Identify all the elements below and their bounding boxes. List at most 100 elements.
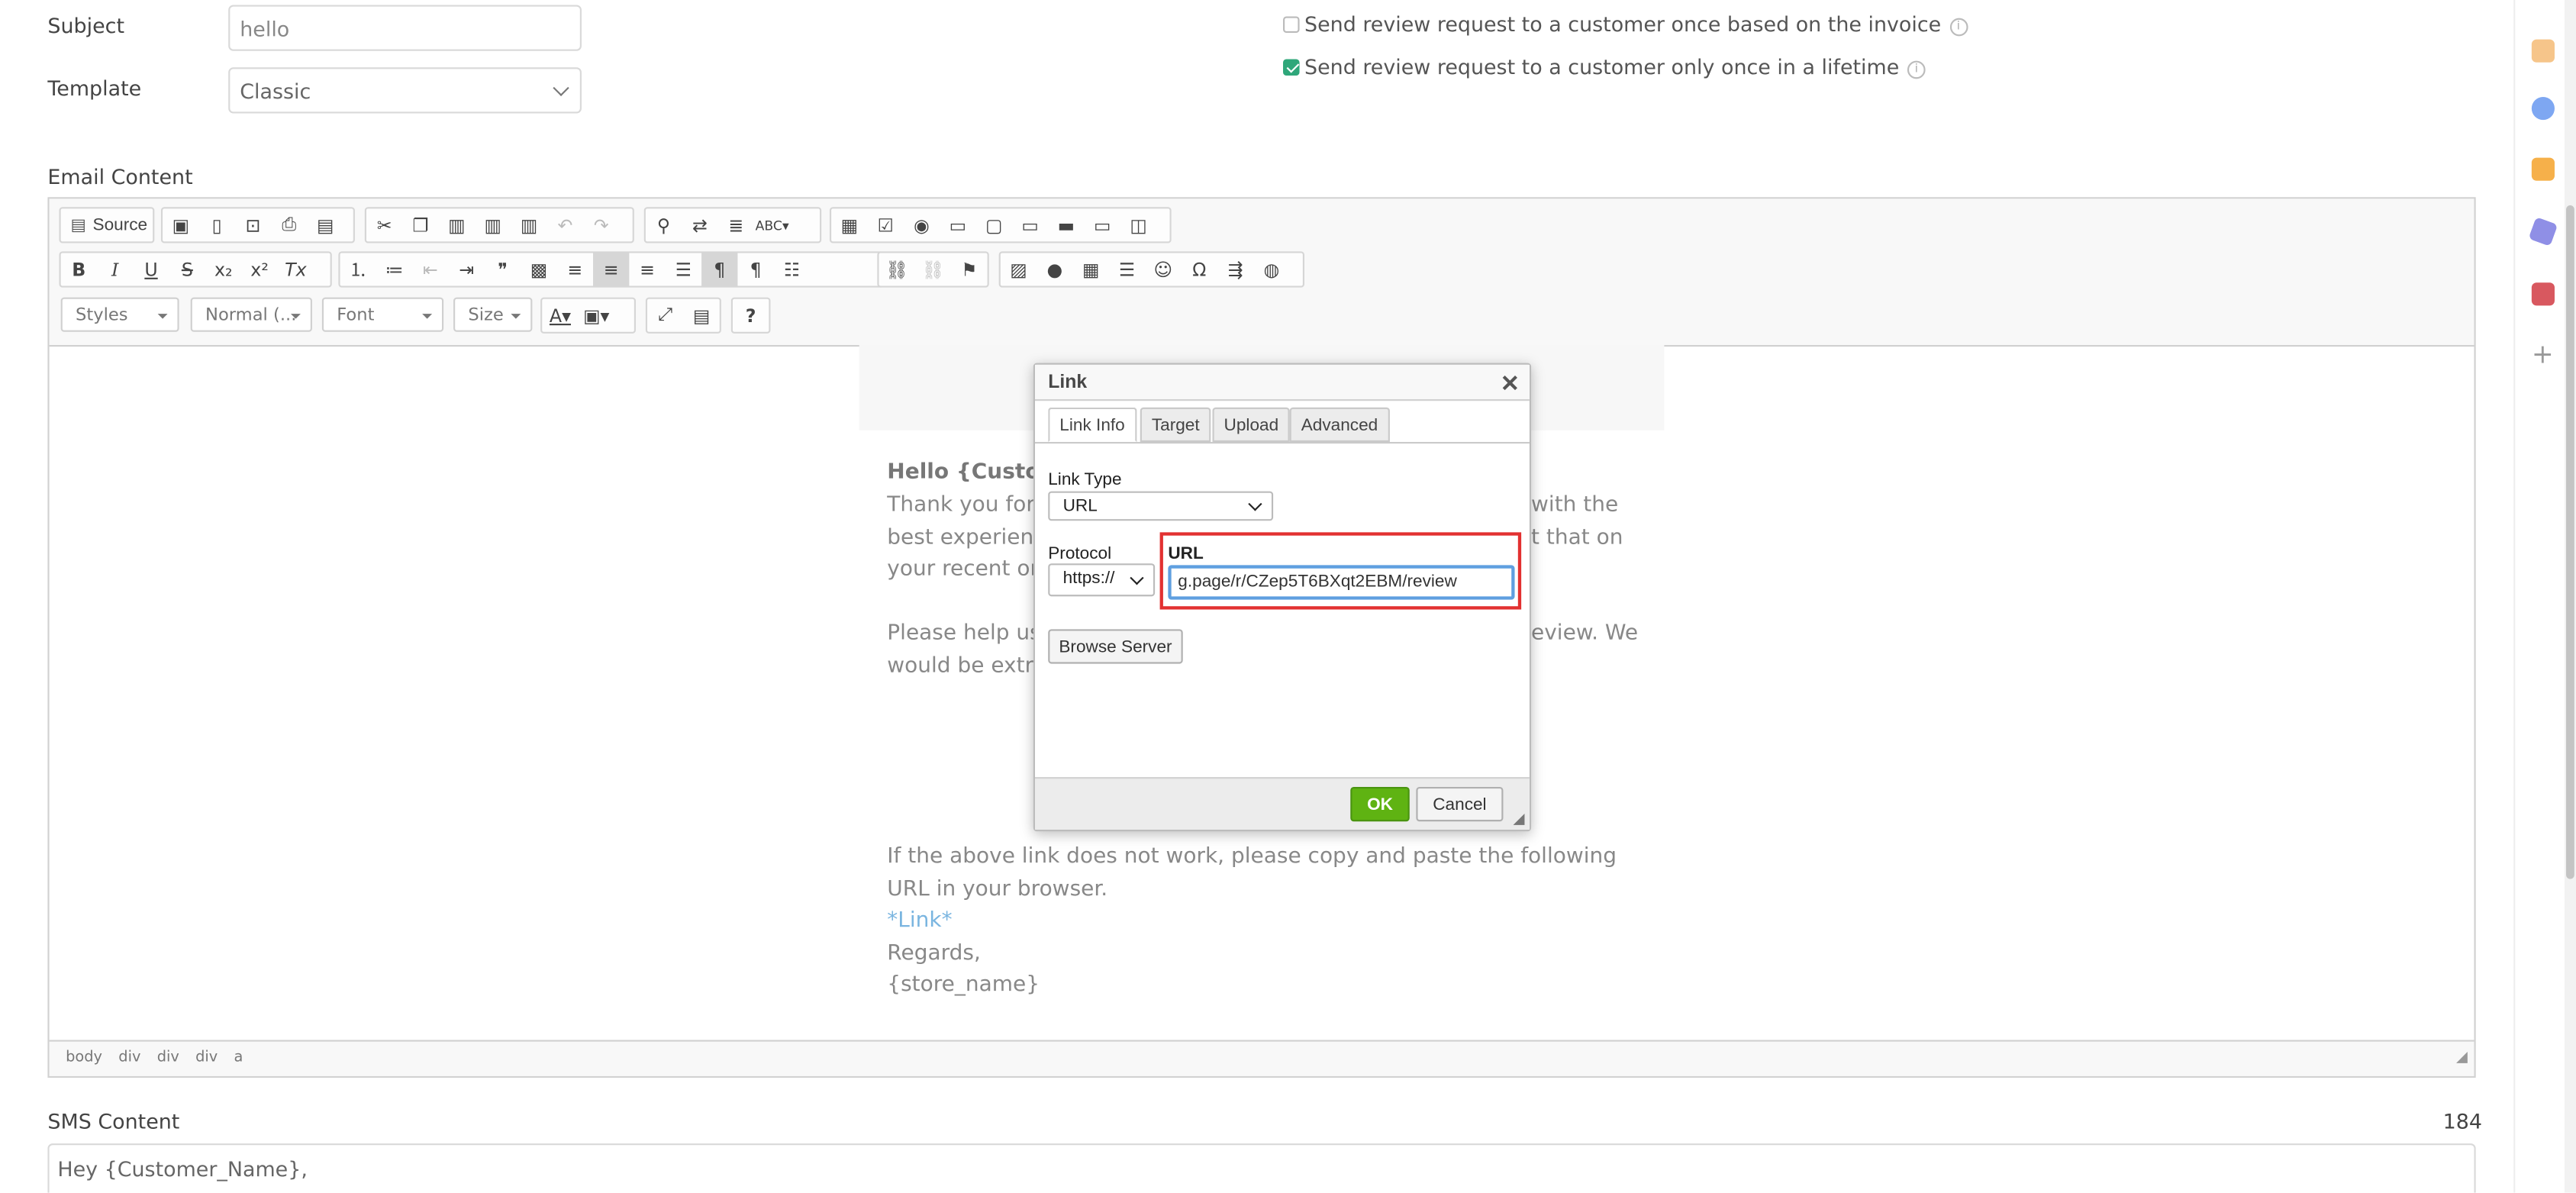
path-item[interactable]: div xyxy=(118,1050,140,1066)
path-item[interactable]: body xyxy=(66,1050,102,1066)
close-icon[interactable]: ✕ xyxy=(1501,365,1520,401)
button-field-icon[interactable]: ▬ xyxy=(1048,208,1084,241)
text-field-icon[interactable]: ▭ xyxy=(940,208,975,241)
format-combo[interactable]: Normal (... xyxy=(190,297,312,332)
strike-icon[interactable]: S xyxy=(169,253,205,285)
note-icon[interactable] xyxy=(2531,157,2555,181)
new-page-icon[interactable]: ▯ xyxy=(198,208,234,241)
protocol-select[interactable]: https:// xyxy=(1048,563,1156,597)
path-item[interactable]: a xyxy=(234,1050,243,1066)
styles-combo[interactable]: Styles xyxy=(60,297,179,332)
dialog-header[interactable]: Link ✕ xyxy=(1035,364,1530,401)
image-icon[interactable]: ▨ xyxy=(1001,253,1037,285)
div-container-icon[interactable]: ▩ xyxy=(521,253,556,285)
print-icon[interactable]: ⎙ xyxy=(271,208,307,241)
spellcheck-icon[interactable]: ABC▾ xyxy=(754,208,790,241)
flash-icon[interactable]: ● xyxy=(1037,253,1072,285)
copy-icon[interactable]: ❐ xyxy=(402,208,438,241)
blockquote-icon[interactable]: ❞ xyxy=(485,253,521,285)
language-icon[interactable]: ☷ xyxy=(774,253,810,285)
font-combo[interactable]: Font xyxy=(321,297,444,332)
select-field-icon[interactable]: ▭ xyxy=(1012,208,1048,241)
unlink-icon[interactable]: ⛓ xyxy=(915,253,951,285)
radio-icon[interactable]: ◉ xyxy=(904,208,940,241)
redo-icon[interactable]: ↷ xyxy=(583,208,619,241)
rtl-icon[interactable]: ¶ xyxy=(737,253,773,285)
chat-icon[interactable] xyxy=(2531,96,2555,121)
paste-word-icon[interactable]: ▥ xyxy=(511,208,546,241)
template-value: Classic xyxy=(240,78,311,103)
textarea-icon[interactable]: ▢ xyxy=(976,208,1012,241)
url-input[interactable]: g.page/r/CZep5T6BXqt2EBM/review xyxy=(1168,565,1515,600)
ok-button[interactable]: OK xyxy=(1350,786,1410,822)
email-link[interactable]: *Link* xyxy=(887,905,1659,937)
background-color-icon[interactable]: ▣▾ xyxy=(579,299,614,332)
align-center-icon[interactable]: ≡ xyxy=(593,253,630,286)
template-select[interactable]: Classic xyxy=(228,67,582,114)
tab-upload[interactable]: Upload xyxy=(1212,407,1291,442)
source-button[interactable]: ▤ Source xyxy=(59,207,155,243)
numbered-list-icon[interactable]: ⒈ xyxy=(340,253,376,285)
invoice-checkbox[interactable] xyxy=(1283,16,1300,34)
page-break-icon[interactable]: ⇶ xyxy=(1217,253,1253,285)
path-item[interactable]: div xyxy=(195,1050,218,1066)
preview-icon[interactable]: ⊡ xyxy=(235,208,271,241)
find-icon[interactable]: ⚲ xyxy=(646,208,682,241)
indent-icon[interactable]: ⇥ xyxy=(449,253,485,285)
checkbox-icon[interactable]: ☑ xyxy=(867,208,903,241)
path-item[interactable]: div xyxy=(157,1050,179,1066)
size-combo[interactable]: Size xyxy=(453,297,533,332)
replace-icon[interactable]: ⇄ xyxy=(682,208,717,241)
iframe-icon[interactable]: ◍ xyxy=(1253,253,1289,285)
text-color-icon[interactable]: A▾ xyxy=(542,299,578,332)
smiley-icon[interactable]: ☺ xyxy=(1145,253,1181,285)
sms-text: Hey {Customer_Name}, xyxy=(57,1156,308,1182)
underline-icon[interactable]: U xyxy=(133,253,169,285)
justify-icon[interactable]: ☰ xyxy=(666,253,701,285)
italic-icon[interactable]: I xyxy=(97,253,133,285)
bold-icon[interactable]: B xyxy=(61,253,97,285)
superscript-icon[interactable]: x² xyxy=(241,253,277,285)
bulleted-list-icon[interactable]: ≔ xyxy=(376,253,412,285)
tab-link-info[interactable]: Link Info xyxy=(1048,407,1136,442)
cancel-button[interactable]: Cancel xyxy=(1416,786,1504,822)
show-blocks-icon[interactable]: ▤ xyxy=(683,299,719,332)
paste-text-icon[interactable]: ▥ xyxy=(475,208,511,241)
paste-icon[interactable]: ▥ xyxy=(439,208,475,241)
hidden-field-icon[interactable]: ◫ xyxy=(1120,208,1156,241)
scrollbar-thumb[interactable] xyxy=(2566,205,2574,879)
tab-advanced[interactable]: Advanced xyxy=(1289,407,1390,442)
source-label: Source xyxy=(92,214,148,235)
lifetime-checkbox[interactable] xyxy=(1283,59,1300,76)
calendar-icon[interactable] xyxy=(2531,282,2555,306)
anchor-icon[interactable]: ⚑ xyxy=(951,253,987,285)
resize-handle-icon[interactable]: ◢ xyxy=(1514,810,1525,828)
select-all-icon[interactable]: ≣ xyxy=(718,208,754,241)
browse-server-button[interactable]: Browse Server xyxy=(1048,629,1183,664)
form-icon[interactable]: ▦ xyxy=(831,208,867,241)
image-button-icon[interactable]: ▭ xyxy=(1085,208,1120,241)
link-icon[interactable]: ⛓ xyxy=(879,253,915,285)
special-char-icon[interactable]: Ω xyxy=(1182,253,1217,285)
ltr-icon[interactable]: ¶ xyxy=(701,253,738,286)
save-icon[interactable]: ▣ xyxy=(163,208,198,241)
gift-icon[interactable] xyxy=(2531,39,2555,63)
cut-icon[interactable]: ✂ xyxy=(366,208,402,241)
add-icon[interactable]: + xyxy=(2532,338,2554,369)
horizontal-line-icon[interactable]: ☰ xyxy=(1109,253,1145,285)
resize-handle-icon[interactable]: ◢ xyxy=(2456,1042,2468,1076)
remove-format-icon[interactable]: Tx xyxy=(278,253,314,285)
sms-textarea[interactable]: Hey {Customer_Name}, xyxy=(47,1143,2476,1193)
table-icon[interactable]: ▦ xyxy=(1073,253,1109,285)
tab-target[interactable]: Target xyxy=(1140,407,1211,442)
undo-icon[interactable]: ↶ xyxy=(547,208,583,241)
align-left-icon[interactable]: ≡ xyxy=(557,253,593,285)
help-icon[interactable]: ? xyxy=(733,299,769,332)
maximize-icon[interactable]: ⤢ xyxy=(647,299,683,332)
subject-input[interactable]: hello xyxy=(228,5,582,51)
templates-icon[interactable]: ▤ xyxy=(307,208,343,241)
link-type-select[interactable]: URL xyxy=(1048,491,1274,521)
align-right-icon[interactable]: ≡ xyxy=(629,253,665,285)
outdent-icon[interactable]: ⇤ xyxy=(412,253,448,285)
subscript-icon[interactable]: x₂ xyxy=(205,253,241,285)
